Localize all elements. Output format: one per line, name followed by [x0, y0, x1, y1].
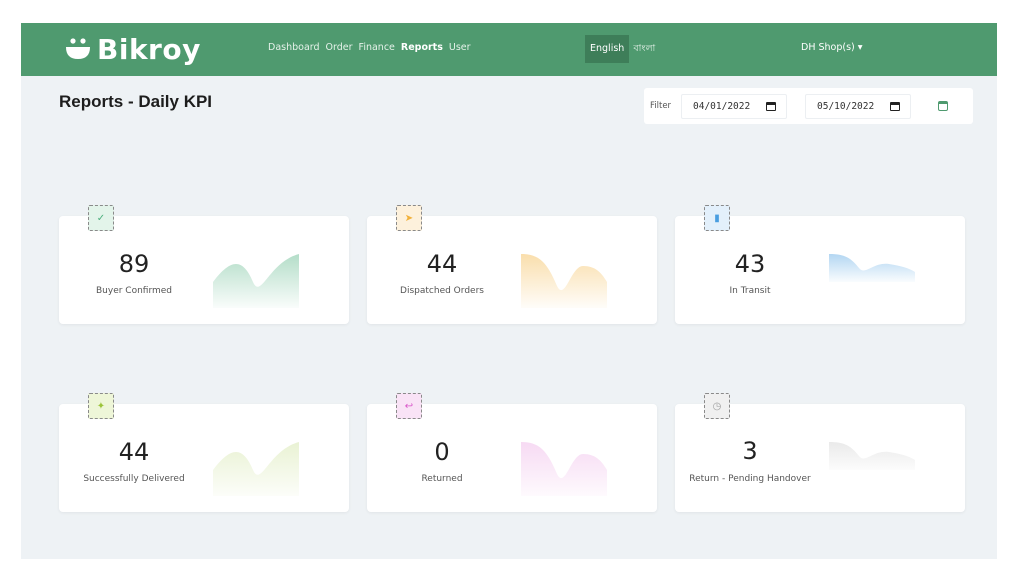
kpi-label: In Transit [729, 286, 771, 296]
lang-english-button[interactable]: English [585, 35, 630, 63]
nav-order[interactable]: Order [326, 42, 353, 53]
apply-filter-calendar-icon[interactable] [938, 101, 948, 111]
nav-user[interactable]: User [449, 42, 471, 53]
date-filter: Filter 04/01/2022 05/10/2022 [644, 88, 973, 124]
sparkline-chart [521, 442, 607, 496]
kpi-label: Returned [421, 474, 463, 484]
page-title: Reports - Daily KPI [59, 92, 213, 111]
main-nav: Dashboard Order Finance Reports User [268, 42, 477, 53]
from-date-value: 04/01/2022 [693, 101, 751, 112]
sparkline-area [521, 442, 607, 496]
brand-logo[interactable]: Bikroy [65, 31, 201, 67]
delivered-icon: ✦ [88, 393, 114, 419]
kpi-card[interactable]: 44 Successfully Delivered [59, 404, 349, 512]
kpi-card[interactable]: 3 Return - Pending Handover [675, 404, 965, 512]
kpi-value: 3 [742, 437, 758, 465]
bikroy-logo-icon [66, 38, 90, 59]
lang-bangla-button[interactable]: বাংলা [629, 35, 660, 63]
kpi-card[interactable]: 43 In Transit [675, 216, 965, 324]
from-date-input[interactable]: 04/01/2022 [681, 94, 787, 119]
sparkline-chart [213, 254, 299, 308]
to-date-value: 05/10/2022 [817, 101, 875, 112]
language-switcher: English বাংলা [585, 35, 660, 63]
kpi-value: 44 [118, 438, 150, 466]
calendar-icon[interactable] [766, 102, 776, 111]
calendar-icon[interactable] [890, 102, 900, 111]
sparkline-area [521, 254, 607, 308]
kpi-label: Return - Pending Handover [689, 474, 811, 484]
kpi-label: Dispatched Orders [400, 286, 484, 296]
kpi-value: 0 [434, 438, 450, 466]
kpi-card[interactable]: 89 Buyer Confirmed [59, 216, 349, 324]
kpi-card[interactable]: 0 Returned [367, 404, 657, 512]
sparkline-area [829, 254, 915, 282]
sparkline-chart [521, 254, 607, 308]
sparkline-area [213, 254, 299, 308]
app-window: Bikroy Dashboard Order Finance Reports U… [21, 23, 997, 559]
brand-name: Bikroy [97, 32, 201, 66]
top-navbar: Bikroy Dashboard Order Finance Reports U… [21, 23, 997, 76]
return-icon: ↩ [396, 393, 422, 419]
sparkline-chart [829, 442, 915, 470]
kpi-value: 89 [118, 250, 150, 278]
sparkline-area [213, 442, 299, 496]
clock-icon: ◷ [704, 393, 730, 419]
sparkline-chart [829, 254, 915, 282]
to-date-input[interactable]: 05/10/2022 [805, 94, 911, 119]
kpi-label: Successfully Delivered [83, 474, 185, 484]
sparkline-chart [213, 442, 299, 496]
sparkline-area [829, 442, 915, 470]
send-icon: ➤ [396, 205, 422, 231]
filter-label: Filter [650, 101, 672, 111]
kpi-value: 44 [426, 250, 458, 278]
nav-dashboard[interactable]: Dashboard [268, 42, 320, 53]
kpi-value: 43 [734, 250, 766, 278]
nav-finance[interactable]: Finance [359, 42, 395, 53]
kpi-card[interactable]: 44 Dispatched Orders [367, 216, 657, 324]
shop-dropdown[interactable]: DH Shop(s) ▾ [801, 42, 863, 53]
kpi-label: Buyer Confirmed [95, 286, 173, 296]
nav-reports[interactable]: Reports [401, 42, 443, 53]
truck-icon: ▮ [704, 205, 730, 231]
check-icon: ✓ [88, 205, 114, 231]
